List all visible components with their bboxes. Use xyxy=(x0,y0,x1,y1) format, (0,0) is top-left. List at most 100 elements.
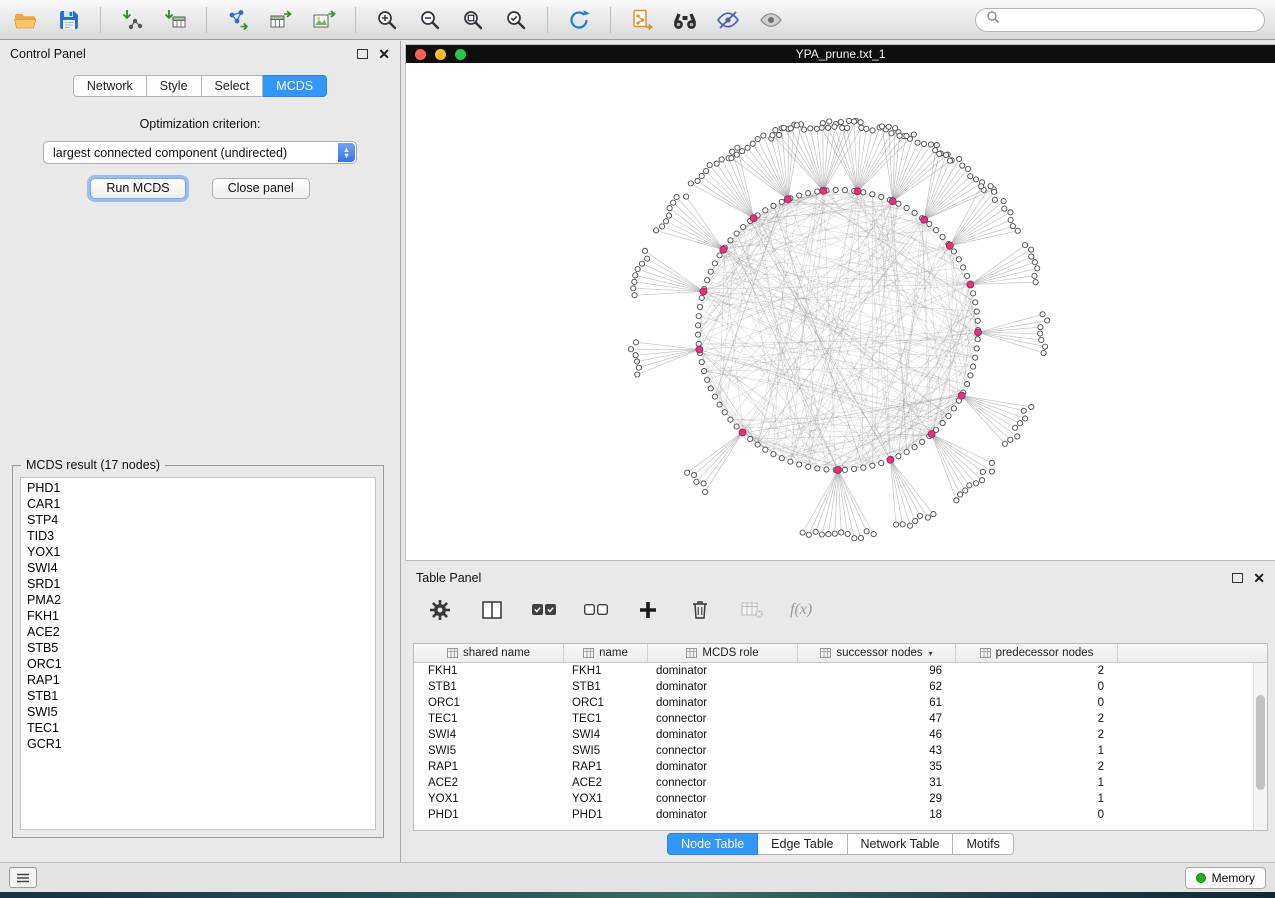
table-tab-node-table[interactable]: Node Table xyxy=(667,833,758,855)
cell-shared-name: PHD1 xyxy=(414,807,564,823)
column-header-filler xyxy=(1118,644,1267,662)
cell-name: RAP1 xyxy=(564,759,648,775)
network-graph[interactable] xyxy=(406,63,1275,560)
zoom-fit-icon[interactable] xyxy=(457,5,489,35)
window-minimize-button[interactable] xyxy=(435,49,446,60)
window-zoom-button[interactable] xyxy=(455,49,466,60)
clone-network-icon[interactable] xyxy=(626,5,658,35)
cell-predecessor-nodes: 1 xyxy=(956,791,1118,807)
float-table-panel-icon[interactable] xyxy=(1232,573,1243,583)
mcds-result-item[interactable]: SWI4 xyxy=(27,560,375,576)
search-network-icon[interactable] xyxy=(669,5,701,35)
import-network-icon[interactable] xyxy=(116,5,148,35)
search-input[interactable] xyxy=(1006,12,1254,28)
table-tab-edge-table[interactable]: Edge Table xyxy=(758,833,847,855)
tab-select[interactable]: Select xyxy=(202,75,264,97)
mcds-result-item[interactable]: PMA2 xyxy=(27,592,375,608)
table-row[interactable]: SWI4SWI4dominator462 xyxy=(414,727,1267,743)
cell-successor-nodes: 62 xyxy=(798,679,956,695)
window-close-button[interactable] xyxy=(415,49,426,60)
mcds-result-item[interactable]: ACE2 xyxy=(27,624,375,640)
table-row[interactable]: YOX1YOX1connector291 xyxy=(414,791,1267,807)
table-tab-motifs[interactable]: Motifs xyxy=(953,833,1013,855)
table-row[interactable]: FKH1FKH1dominator962 xyxy=(414,663,1267,679)
delete-column-icon[interactable] xyxy=(686,597,714,623)
export-table-icon[interactable] xyxy=(265,5,297,35)
hide-details-icon[interactable] xyxy=(712,5,744,35)
columns-icon[interactable] xyxy=(478,597,506,623)
export-network-icon[interactable] xyxy=(222,5,254,35)
select-all-icon[interactable] xyxy=(530,597,558,623)
table-tab-network-table[interactable]: Network Table xyxy=(848,833,954,855)
cell-MCDS-role: connector xyxy=(648,743,798,759)
table-panel: Table Panel ✕ xyxy=(406,565,1275,862)
mcds-result-item[interactable]: TID3 xyxy=(27,528,375,544)
cell-predecessor-nodes: 2 xyxy=(956,663,1118,679)
cell-shared-name: STB1 xyxy=(414,679,564,695)
network-canvas[interactable] xyxy=(406,63,1275,560)
tab-network[interactable]: Network xyxy=(73,75,147,97)
mcds-result-item[interactable]: STB1 xyxy=(27,688,375,704)
cell-name: ORC1 xyxy=(564,695,648,711)
zoom-in-icon[interactable] xyxy=(371,5,403,35)
tab-style[interactable]: Style xyxy=(147,75,202,97)
mcds-result-item[interactable]: CAR1 xyxy=(27,496,375,512)
mcds-result-item[interactable]: YOX1 xyxy=(27,544,375,560)
table-row[interactable]: ORC1ORC1dominator610 xyxy=(414,695,1267,711)
mcds-result-item[interactable]: PHD1 xyxy=(27,480,375,496)
search-icon xyxy=(986,10,1000,29)
zoom-out-icon[interactable] xyxy=(414,5,446,35)
table-row[interactable]: TEC1TEC1connector472 xyxy=(414,711,1267,727)
optimization-criterion-select[interactable]: largest connected component (undirected)… xyxy=(43,141,357,164)
cell-name: ACE2 xyxy=(564,775,648,791)
table-scrollbar[interactable] xyxy=(1253,663,1267,830)
add-column-icon[interactable] xyxy=(634,597,662,623)
table-row[interactable]: SWI5SWI5connector431 xyxy=(414,743,1267,759)
table-row[interactable]: ACE2ACE2connector311 xyxy=(414,775,1267,791)
cell-shared-name: TEC1 xyxy=(414,711,564,727)
memory-button[interactable]: Memory xyxy=(1185,867,1266,889)
mcds-result-item[interactable]: TEC1 xyxy=(27,720,375,736)
panel-menu-button[interactable] xyxy=(9,867,37,888)
cell-successor-nodes: 43 xyxy=(798,743,956,759)
run-mcds-button[interactable]: Run MCDS xyxy=(90,178,185,199)
close-table-panel-icon[interactable]: ✕ xyxy=(1253,571,1265,585)
mcds-result-item[interactable]: ORC1 xyxy=(27,656,375,672)
network-window-titlebar: YPA_prune.txt_1 xyxy=(406,45,1275,63)
column-header-name[interactable]: name xyxy=(564,644,648,662)
close-panel-button[interactable]: Close panel xyxy=(212,178,310,199)
import-table-icon[interactable] xyxy=(159,5,191,35)
open-file-icon[interactable] xyxy=(10,5,42,35)
column-header-successor-nodes[interactable]: successor nodes▾ xyxy=(798,644,956,662)
cell-successor-nodes: 31 xyxy=(798,775,956,791)
tab-mcds[interactable]: MCDS xyxy=(263,75,327,97)
zoom-selected-icon[interactable] xyxy=(500,5,532,35)
show-details-icon[interactable] xyxy=(755,5,787,35)
mcds-result-item[interactable]: STB5 xyxy=(27,640,375,656)
mcds-result-item[interactable]: SRD1 xyxy=(27,576,375,592)
deselect-all-icon[interactable] xyxy=(582,597,610,623)
export-image-icon[interactable] xyxy=(308,5,340,35)
node-table-body: FKH1FKH1dominator962STB1STB1dominator620… xyxy=(414,663,1267,823)
mcds-result-item[interactable]: FKH1 xyxy=(27,608,375,624)
save-icon[interactable] xyxy=(53,5,85,35)
table-row[interactable]: RAP1RAP1dominator352 xyxy=(414,759,1267,775)
mcds-result-item[interactable]: GCR1 xyxy=(27,736,375,752)
table-scrollbar-thumb[interactable] xyxy=(1256,695,1265,790)
close-panel-icon[interactable]: ✕ xyxy=(378,47,390,61)
column-header-shared-name[interactable]: shared name xyxy=(414,644,564,662)
table-row[interactable]: STB1STB1dominator620 xyxy=(414,679,1267,695)
column-header-predecessor-nodes[interactable]: predecessor nodes xyxy=(956,644,1118,662)
mcds-result-item[interactable]: SWI5 xyxy=(27,704,375,720)
mcds-result-title: MCDS result (17 nodes) xyxy=(21,458,165,472)
cell-name: TEC1 xyxy=(564,711,648,727)
column-header-MCDS-role[interactable]: MCDS role xyxy=(648,644,798,662)
float-panel-icon[interactable] xyxy=(357,49,368,59)
mcds-result-item[interactable]: STP4 xyxy=(27,512,375,528)
search-box[interactable] xyxy=(975,8,1265,32)
table-row[interactable]: PHD1PHD1dominator180 xyxy=(414,807,1267,823)
mcds-result-item[interactable]: RAP1 xyxy=(27,672,375,688)
refresh-layout-icon[interactable] xyxy=(563,5,595,35)
gear-icon[interactable] xyxy=(426,597,454,623)
cell-predecessor-nodes: 0 xyxy=(956,695,1118,711)
